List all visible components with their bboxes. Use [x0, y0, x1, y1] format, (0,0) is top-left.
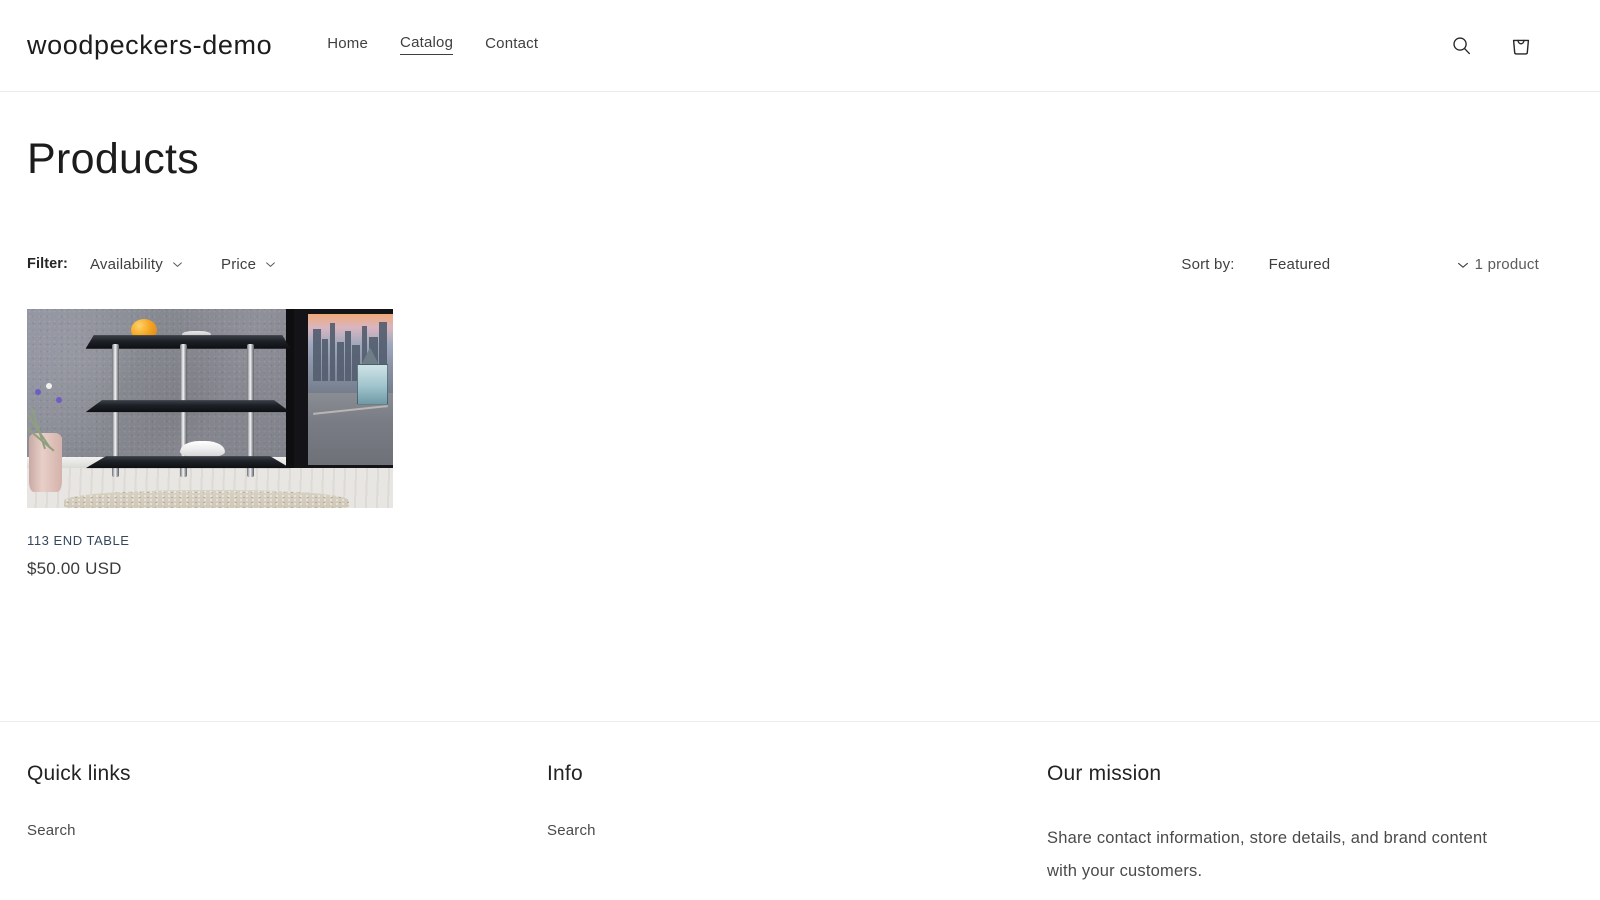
nav-link-contact[interactable]: Contact: [485, 35, 538, 55]
footer-link-search[interactable]: Search: [27, 822, 76, 839]
product-count: 1 product: [1474, 255, 1539, 273]
search-icon[interactable]: [1444, 29, 1478, 63]
sort-by-select[interactable]: Featured: [1269, 256, 1475, 273]
footer-column-info: Info Search: [547, 762, 1047, 888]
footer-column-our-mission: Our mission Share contact information, s…: [1047, 762, 1547, 888]
chevron-down-icon: [265, 259, 276, 270]
footer-column-title: Our mission: [1047, 762, 1162, 785]
sort-by-label: Sort by:: [1181, 255, 1235, 273]
footer-column-title: Info: [547, 762, 583, 785]
page-title: Products: [27, 135, 200, 183]
chevron-down-icon: [172, 259, 183, 270]
footer-column-quick-links: Quick links Search: [27, 762, 547, 888]
sort-group: Sort by: Featured 1 product: [1181, 256, 1573, 273]
nav-link-home[interactable]: Home: [327, 35, 368, 55]
facet-availability-label: Availability: [89, 255, 163, 273]
chevron-down-icon: [1457, 258, 1469, 270]
footer-column-title: Quick links: [27, 762, 131, 785]
header-actions: [1444, 29, 1573, 63]
site-footer: Quick links Search Info Search Our missi…: [0, 721, 1600, 888]
product-image-illustration: [27, 309, 393, 509]
facet-price[interactable]: Price: [221, 256, 276, 273]
product-card[interactable]: 113 END TABLE $50.00 USD: [27, 309, 393, 579]
product-grid: 113 END TABLE $50.00 USD: [0, 309, 1600, 579]
nav-link-catalog[interactable]: Catalog: [400, 34, 454, 55]
product-image[interactable]: [27, 309, 393, 509]
product-price: $50.00 USD: [27, 558, 122, 578]
collection-toolbar: Filter: Availability Price Sort by: Feat…: [0, 249, 1600, 279]
facet-price-label: Price: [220, 255, 257, 273]
site-logo[interactable]: woodpeckers-demo: [27, 32, 272, 59]
site-header: woodpeckers-demo Home Catalog Contact: [0, 0, 1600, 92]
facet-availability[interactable]: Availability: [90, 256, 183, 273]
main-nav: Home Catalog Contact: [327, 34, 538, 57]
footer-link-search[interactable]: Search: [547, 822, 596, 839]
filter-group: Filter: Availability Price: [27, 256, 314, 273]
footer-mission-text: Share contact information, store details…: [1047, 829, 1488, 880]
filter-label: Filter:: [27, 256, 68, 273]
sort-by-value: Featured: [1268, 255, 1331, 273]
product-title[interactable]: 113 END TABLE: [27, 533, 393, 549]
shopping-bag-icon[interactable]: [1504, 29, 1538, 63]
